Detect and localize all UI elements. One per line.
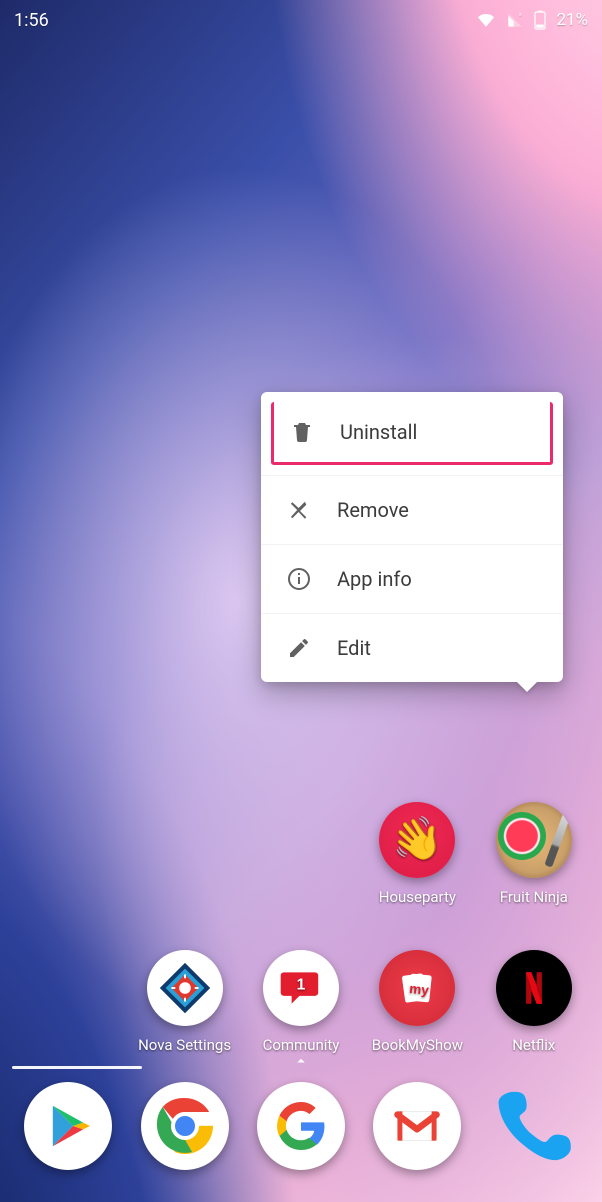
dock-item-play-store[interactable]	[10, 1082, 126, 1170]
battery-icon	[534, 10, 546, 30]
app-nova-settings[interactable]: Nova Settings	[126, 950, 242, 1054]
community-icon: 1	[263, 950, 339, 1026]
app-fruit-ninja[interactable]: Fruit Ninja	[476, 802, 592, 906]
svg-text:my: my	[409, 981, 430, 998]
app-label: Houseparty	[379, 888, 456, 906]
play-store-icon	[24, 1082, 112, 1170]
svg-text:1: 1	[297, 977, 306, 994]
status-right: x 21%	[476, 10, 588, 30]
menu-item-remove[interactable]: Remove	[261, 475, 563, 544]
app-drawer-handle[interactable]	[287, 1052, 315, 1074]
cell-signal-no-data-icon: x	[506, 12, 524, 28]
menu-item-label: Edit	[337, 636, 371, 660]
page-indicator	[12, 1066, 142, 1069]
dock-item-phone[interactable]	[476, 1082, 592, 1170]
wifi-icon	[476, 12, 496, 28]
chrome-icon	[141, 1082, 229, 1170]
menu-item-label: Uninstall	[340, 420, 417, 444]
google-icon	[257, 1082, 345, 1170]
gmail-icon	[373, 1082, 461, 1170]
phone-icon	[490, 1082, 578, 1170]
app-label: Nova Settings	[138, 1036, 231, 1054]
app-community[interactable]: 1 Community	[243, 950, 359, 1054]
status-bar: 1:56 x 21%	[0, 0, 602, 40]
menu-item-label: App info	[337, 567, 412, 591]
app-netflix[interactable]: Netflix	[476, 950, 592, 1054]
app-label: Fruit Ninja	[500, 888, 568, 906]
home-apps: 👋 Houseparty Fruit Ninja Nova Settings	[0, 802, 602, 1066]
menu-item-uninstall[interactable]: Uninstall	[271, 402, 553, 465]
houseparty-icon: 👋	[379, 802, 455, 878]
pencil-icon	[287, 636, 311, 660]
menu-item-app-info[interactable]: App info	[261, 544, 563, 613]
bookmyshow-icon: my	[379, 950, 455, 1026]
nova-settings-icon	[147, 950, 223, 1026]
dock-item-gmail[interactable]	[359, 1082, 475, 1170]
battery-percent: 21%	[556, 10, 588, 30]
dock-item-google[interactable]	[243, 1082, 359, 1170]
info-icon	[287, 567, 311, 591]
netflix-icon	[496, 950, 572, 1026]
dock	[0, 1072, 602, 1202]
menu-item-edit[interactable]: Edit	[261, 613, 563, 682]
fruit-ninja-icon	[496, 802, 572, 878]
app-label: BookMyShow	[372, 1036, 463, 1054]
trash-icon	[290, 420, 314, 444]
menu-item-label: Remove	[337, 498, 409, 522]
close-icon	[287, 498, 311, 522]
app-bookmyshow[interactable]: my BookMyShow	[359, 950, 475, 1054]
dock-item-chrome[interactable]	[126, 1082, 242, 1170]
app-label: Netflix	[512, 1036, 555, 1054]
status-time: 1:56	[14, 10, 49, 31]
app-context-menu: Uninstall Remove App info Edit	[261, 392, 563, 682]
svg-text:x: x	[519, 12, 522, 18]
app-houseparty[interactable]: 👋 Houseparty	[359, 802, 475, 906]
